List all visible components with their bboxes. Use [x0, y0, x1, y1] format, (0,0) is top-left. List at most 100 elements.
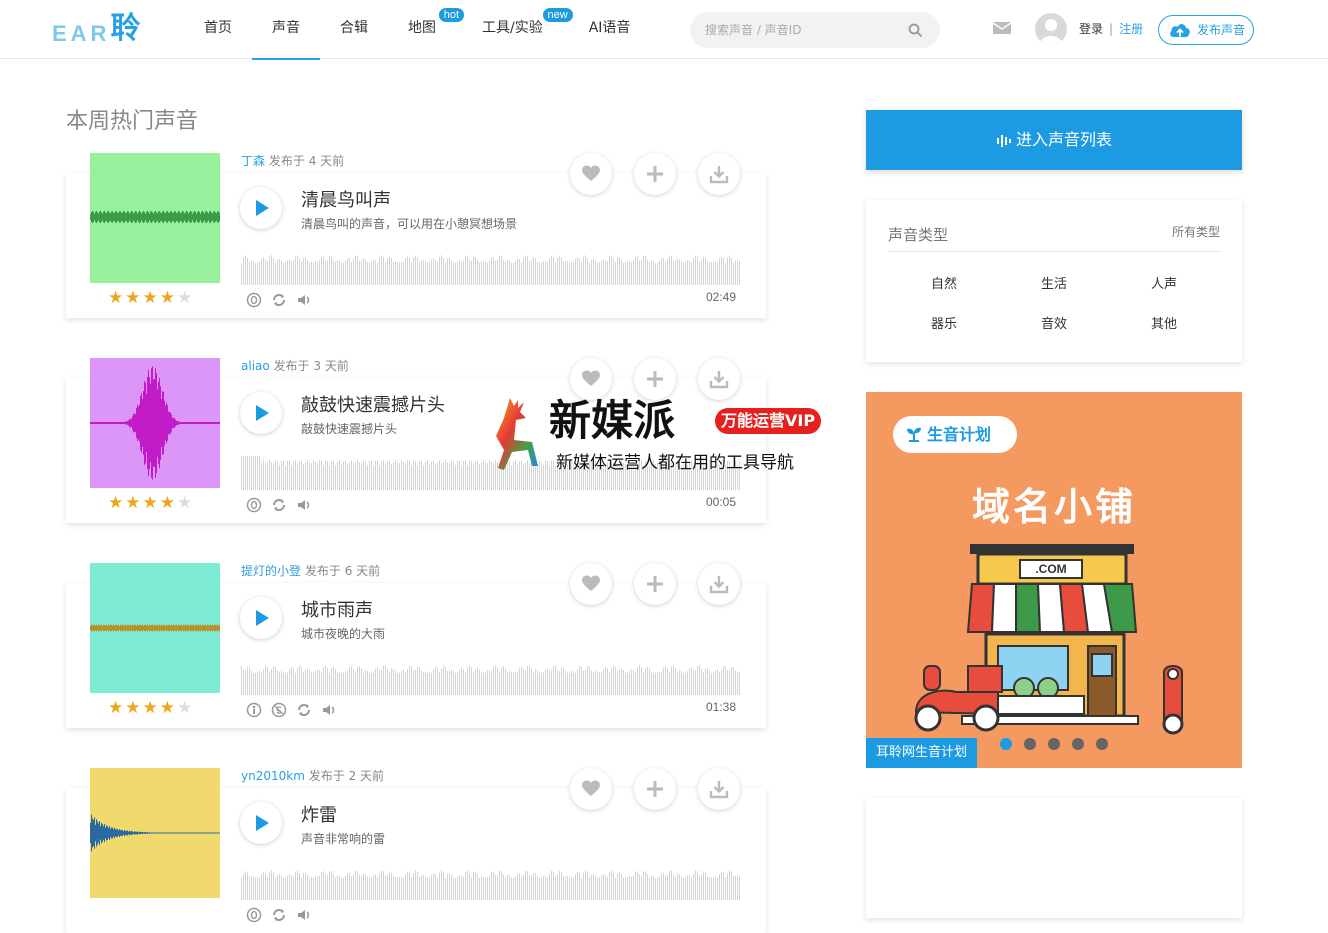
- sound-description: 声音非常响的雷: [301, 832, 386, 846]
- carousel-dot[interactable]: [1048, 738, 1060, 750]
- carousel-dot[interactable]: [1096, 738, 1108, 750]
- posted-time: 4 天前: [308, 154, 345, 168]
- loop-icon[interactable]: [271, 907, 287, 923]
- enter-label: 进入声音列表: [1015, 130, 1112, 149]
- carousel-dot[interactable]: [1024, 738, 1036, 750]
- type-other[interactable]: 其他: [1134, 313, 1194, 332]
- add-to-album-button[interactable]: [634, 563, 676, 605]
- sound-cover-image[interactable]: [90, 358, 220, 488]
- type-life[interactable]: 生活: [1024, 273, 1084, 292]
- ad-pill: 生音计划: [893, 416, 1017, 453]
- star-icon: ★: [108, 698, 124, 718]
- uploader-link[interactable]: 提灯的小登: [241, 564, 301, 578]
- type-sfx[interactable]: 音效: [1024, 313, 1084, 332]
- download-button[interactable]: [698, 768, 740, 810]
- type-voice[interactable]: 人声: [1134, 273, 1194, 292]
- waveform-progress[interactable]: [241, 661, 741, 695]
- sound-title[interactable]: 清晨鸟叫声: [301, 186, 391, 212]
- sound-cover-image[interactable]: [90, 153, 220, 283]
- add-to-album-button[interactable]: [634, 358, 676, 400]
- sound-title[interactable]: 城市雨声: [301, 596, 373, 622]
- nav-item-tools[interactable]: 工具/实验 new: [462, 0, 573, 59]
- rating-stars: ★ ★ ★ ★ ★: [108, 699, 192, 717]
- star-icon: ★: [142, 493, 158, 513]
- sound-description: 敲鼓快速震撼片头: [301, 422, 398, 436]
- play-button[interactable]: [240, 802, 282, 844]
- publish-sound-button[interactable]: 发布声音: [1158, 15, 1254, 45]
- login-link[interactable]: 登录: [1079, 22, 1103, 36]
- sound-card: 提灯的小登 发布于 6 天前 ★ ★ ★ ★ ★ 城市雨声 城市夜晚的大雨 01:38: [66, 563, 766, 728]
- ad-banner[interactable]: 生音计划 域名小铺 .COM 耳聆网生音计划: [866, 392, 1242, 768]
- waveform-progress[interactable]: [241, 866, 741, 900]
- sound-title[interactable]: 敲鼓快速震撼片头: [301, 391, 445, 417]
- search-input[interactable]: [705, 12, 905, 48]
- star-icon: ★: [177, 698, 193, 718]
- add-to-album-button[interactable]: [634, 153, 676, 195]
- add-to-album-button[interactable]: [634, 768, 676, 810]
- uploader-link[interactable]: yn2010km: [241, 769, 305, 783]
- all-types-link[interactable]: 所有类型: [1172, 223, 1220, 240]
- sound-duration: 00:05: [706, 495, 737, 509]
- volume-icon[interactable]: [296, 907, 312, 923]
- heart-icon: [582, 165, 600, 181]
- volume-icon[interactable]: [296, 292, 312, 308]
- watermark-overlay: 新媒派 万能运营VIP 新媒体运营人都在用的工具导航: [488, 396, 848, 476]
- register-link[interactable]: 注册: [1119, 22, 1143, 36]
- nav-item-ai-voice[interactable]: AI语音: [569, 0, 651, 59]
- like-button[interactable]: [570, 768, 612, 810]
- like-button[interactable]: [570, 563, 612, 605]
- top-header: EAR 聆 首页 声音 合辑 地图hot 工具/实验new AI语音 登录 | 注册: [0, 0, 1328, 60]
- nav-item-albums[interactable]: 合辑: [320, 0, 388, 59]
- type-instrument[interactable]: 器乐: [914, 313, 974, 332]
- user-silhouette-icon: [1039, 19, 1063, 45]
- nav-item-home[interactable]: 首页: [184, 0, 252, 59]
- loop-icon[interactable]: [296, 702, 312, 718]
- shop-sign: .COM: [1035, 562, 1066, 576]
- download-button[interactable]: [698, 153, 740, 195]
- nav-label: 工具/实验: [482, 20, 543, 36]
- volume-icon[interactable]: [296, 497, 312, 513]
- site-logo[interactable]: EAR 聆: [52, 10, 140, 46]
- sound-cover-image[interactable]: [90, 768, 220, 898]
- sound-actions: [570, 153, 740, 195]
- watermark-subtitle: 新媒体运营人都在用的工具导航: [556, 453, 794, 473]
- play-icon: [256, 610, 269, 626]
- avatar[interactable]: [1035, 13, 1067, 45]
- play-icon: [256, 405, 269, 421]
- sound-meta: aliao 发布于 3 天前: [241, 357, 349, 374]
- download-button[interactable]: [698, 563, 740, 605]
- types-title: 声音类型: [888, 226, 949, 244]
- play-button[interactable]: [240, 392, 282, 434]
- volume-icon[interactable]: [321, 702, 337, 718]
- play-button[interactable]: [240, 597, 282, 639]
- carousel-dot[interactable]: [1000, 738, 1012, 750]
- play-button[interactable]: [240, 187, 282, 229]
- loop-icon[interactable]: [271, 497, 287, 513]
- loop-icon[interactable]: [271, 292, 287, 308]
- like-button[interactable]: [570, 358, 612, 400]
- type-nature[interactable]: 自然: [914, 273, 974, 292]
- heart-icon: [582, 370, 600, 386]
- sound-cover-image[interactable]: [90, 563, 220, 693]
- mail-icon[interactable]: [992, 20, 1012, 36]
- sound-description: 城市夜晚的大雨: [301, 627, 386, 641]
- uploader-link[interactable]: 丁森: [241, 154, 265, 168]
- carousel-dot[interactable]: [1072, 738, 1084, 750]
- star-icon: ★: [142, 698, 158, 718]
- license-icons: [246, 497, 312, 513]
- heart-icon: [582, 575, 600, 591]
- sound-title[interactable]: 炸雷: [301, 801, 337, 827]
- download-button[interactable]: [698, 358, 740, 400]
- enter-sound-list-button[interactable]: 进入声音列表: [866, 110, 1242, 170]
- like-button[interactable]: [570, 153, 612, 195]
- uploader-link[interactable]: aliao: [241, 359, 270, 373]
- star-icon: ★: [125, 698, 141, 718]
- posted-time: 6 天前: [344, 564, 381, 578]
- sidebar-panel-empty: [866, 798, 1242, 918]
- rating-stars: ★ ★ ★ ★ ★: [108, 289, 192, 307]
- search-icon[interactable]: [908, 23, 922, 37]
- waveform-progress[interactable]: [241, 251, 741, 285]
- nav-item-map[interactable]: 地图 hot: [388, 0, 464, 59]
- nav-label: 首页: [204, 20, 232, 36]
- nav-item-sounds[interactable]: 声音: [252, 0, 320, 60]
